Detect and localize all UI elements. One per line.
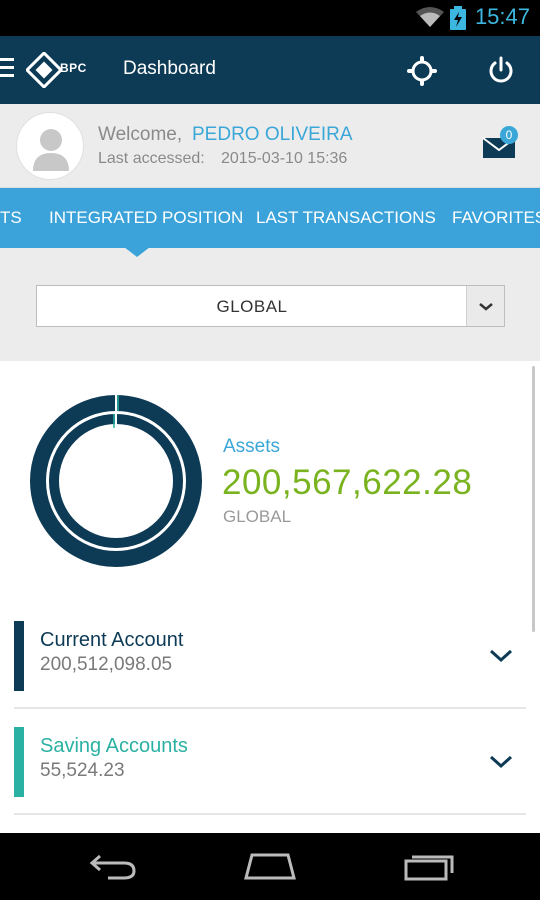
account-name: Saving Accounts [40, 735, 188, 757]
tab-bar: TS INTEGRATED POSITION LAST TRANSACTIONS… [0, 188, 540, 248]
scrollbar[interactable] [532, 366, 535, 632]
welcome-text: Welcome, [98, 124, 183, 145]
power-icon[interactable] [485, 54, 517, 86]
assets-donut-chart [30, 395, 202, 567]
chevron-down-icon[interactable] [466, 286, 504, 326]
status-bar: 15:47 [0, 0, 540, 36]
tab-integrated-position[interactable]: INTEGRATED POSITION [49, 208, 243, 228]
logo-text: BPC [60, 61, 87, 75]
recent-apps-icon[interactable] [402, 851, 458, 881]
last-accessed-value: 2015-03-10 15:36 [221, 150, 348, 167]
account-name: Current Account [40, 629, 184, 651]
wifi-icon [416, 7, 444, 27]
filter-area: GLOBAL [0, 248, 540, 361]
account-color-bar [14, 727, 24, 797]
tab-last-transactions[interactable]: LAST TRANSACTIONS [256, 208, 436, 228]
chevron-down-icon[interactable] [488, 749, 514, 775]
user-name: PEDRO OLIVEIRA [192, 124, 353, 145]
assets-label: Assets [223, 436, 281, 457]
page-title: Dashboard [123, 58, 216, 79]
chevron-down-icon[interactable] [488, 643, 514, 669]
app-bar: BPC Dashboard [0, 36, 540, 104]
tab-favorites[interactable]: FAVORITES [452, 208, 540, 228]
home-icon[interactable] [242, 851, 298, 881]
account-amount: 200,512,098.05 [40, 654, 173, 675]
account-amount: 55,524.23 [40, 760, 125, 781]
back-icon[interactable] [88, 851, 138, 881]
account-color-bar [14, 621, 24, 691]
assets-scope: GLOBAL [223, 507, 292, 526]
last-accessed-label: Last accessed: [98, 150, 205, 167]
status-time: 15:47 [474, 4, 530, 29]
account-row-current[interactable]: Current Account 200,512,098.05 [14, 607, 526, 709]
battery-icon [450, 6, 466, 30]
user-header: Welcome, PEDRO OLIVEIRA Last accessed: 2… [0, 104, 540, 188]
assets-total: 200,567,622.28 [222, 463, 473, 502]
tab-accounts[interactable]: TS [0, 208, 22, 228]
system-nav-bar [0, 833, 540, 900]
avatar[interactable] [16, 112, 84, 180]
scope-select[interactable]: GLOBAL [36, 285, 505, 327]
user-icon [33, 129, 69, 171]
unread-badge: 0 [500, 126, 518, 144]
menu-icon[interactable] [0, 58, 16, 80]
bpc-logo [26, 52, 62, 88]
portfolio-summary: Assets 200,567,622.28 GLOBAL Current Acc… [0, 361, 540, 833]
settings-icon[interactable] [406, 55, 438, 87]
account-row-savings[interactable]: Saving Accounts 55,524.23 [14, 713, 526, 815]
active-tab-indicator [124, 247, 150, 257]
scope-select-value: GLOBAL [216, 297, 288, 316]
